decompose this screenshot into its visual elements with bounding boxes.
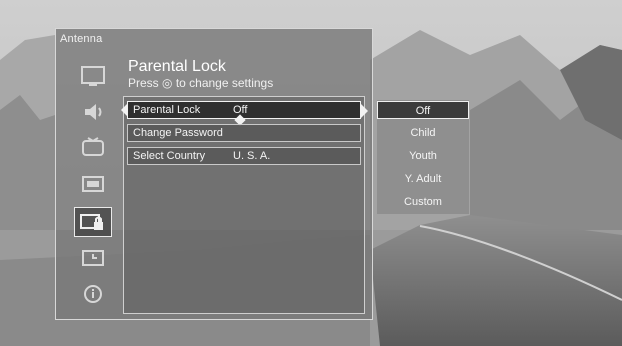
change-password-row[interactable]: Change Password: [127, 124, 361, 142]
lock-icon[interactable]: [74, 207, 112, 237]
row-label: Change Password: [133, 127, 223, 139]
menu-icon-rail: [71, 62, 117, 312]
selection-right-arrow: [360, 103, 368, 119]
picture-icon[interactable]: [75, 62, 111, 90]
option-child[interactable]: Child: [377, 124, 469, 142]
audio-icon[interactable]: [75, 98, 111, 126]
parental-lock-row[interactable]: Parental Lock Off: [121, 101, 368, 126]
channel-icon[interactable]: [75, 134, 111, 162]
select-country-row[interactable]: Select Country U. S. A.: [127, 147, 361, 165]
info-icon[interactable]: [75, 280, 111, 308]
setup-icon[interactable]: [75, 170, 111, 198]
option-young-adult[interactable]: Y. Adult: [377, 170, 469, 188]
selection-left-notch: [121, 104, 127, 116]
source-title: Antenna: [60, 33, 103, 45]
timer-icon[interactable]: [75, 244, 111, 272]
page-subtitle: Press ◎ to change settings: [128, 76, 274, 90]
page-title: Parental Lock: [128, 58, 226, 75]
option-youth[interactable]: Youth: [377, 147, 469, 165]
option-off[interactable]: Off: [377, 101, 469, 119]
row-value: U. S. A.: [233, 150, 271, 162]
option-custom[interactable]: Custom: [377, 193, 469, 211]
row-label: Parental Lock: [133, 104, 201, 116]
row-label: Select Country: [133, 150, 206, 162]
